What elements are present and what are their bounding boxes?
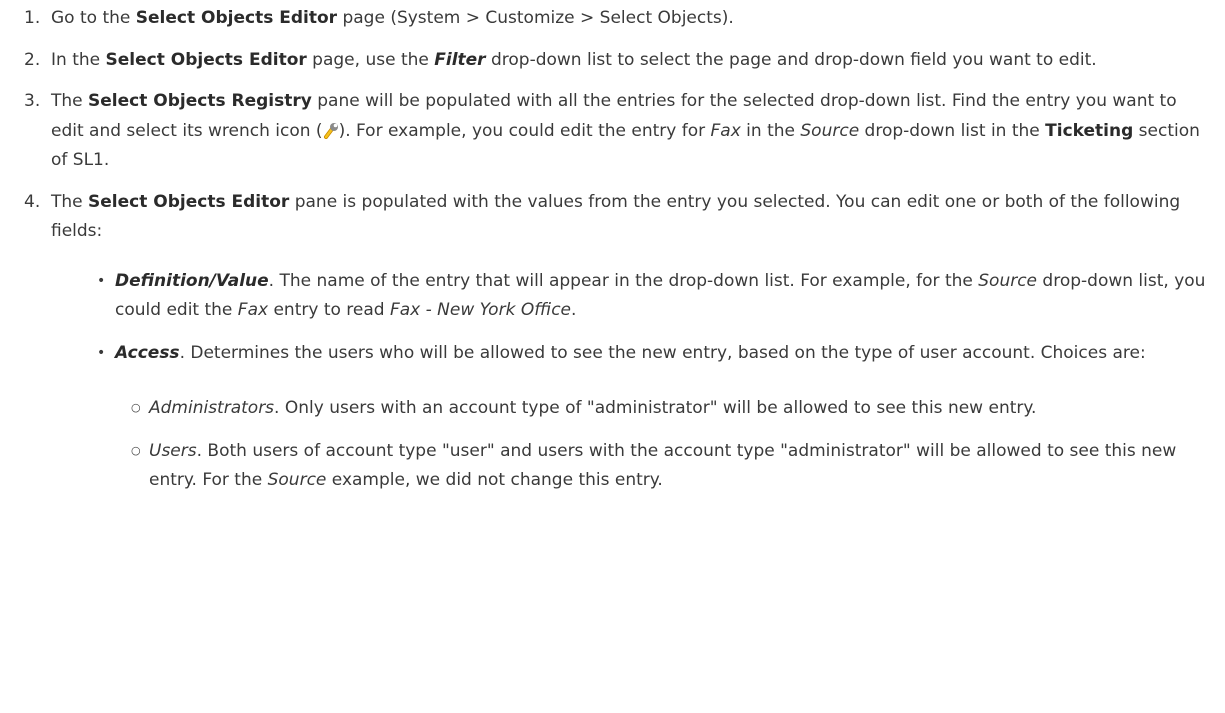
choice-term: Users: [149, 440, 197, 461]
step-text: drop-down list to select the page and dr…: [485, 49, 1097, 70]
ui-term: Select Objects Editor: [135, 8, 338, 28]
step-text: Go to the: [51, 8, 136, 28]
step-text: ). For example, you could edit the entry…: [338, 120, 711, 141]
choice-list: ○ Administrators. Only users with an acc…: [115, 394, 1209, 496]
field-term: Access: [115, 342, 180, 363]
step-2: 2. In the Select Objects Editor page, us…: [24, 46, 1209, 76]
entry-term: Fax: [710, 120, 741, 141]
entry-term: Source: [800, 120, 860, 141]
bullet-icon: •: [97, 272, 106, 289]
sub-bullet-icon: ○: [131, 443, 141, 457]
choice-item-administrators: ○ Administrators. Only users with an acc…: [131, 394, 1209, 424]
step-3: 3. The Select Objects Registry pane will…: [24, 87, 1209, 176]
step-text: The: [51, 191, 89, 212]
sub-bullet-icon: ○: [131, 401, 141, 414]
field-text: entry to read: [268, 300, 390, 320]
step-text: page (System > Customize > Select Object…: [337, 8, 734, 28]
field-term: Filter: [434, 49, 486, 70]
field-list: • Definition/Value. The name of the entr…: [51, 267, 1209, 496]
choice-text: . Only users with an account type of "ad…: [274, 398, 1037, 418]
step-4: 4. The Select Objects Editor pane is pop…: [24, 188, 1209, 496]
step-number: 1.: [24, 8, 41, 28]
document-body: 1. Go to the Select Objects Editor page …: [0, 0, 1225, 496]
field-text: .: [571, 300, 577, 320]
field-item-access: • Access. Determines the users who will …: [95, 339, 1209, 496]
ui-term: Ticketing: [1045, 120, 1134, 141]
step-text: in the: [740, 120, 801, 141]
step-text: drop-down list in the: [859, 120, 1046, 141]
step-number: 4.: [24, 191, 41, 212]
ui-term: Select Objects Editor: [88, 191, 290, 212]
field-item-definition-value: • Definition/Value. The name of the entr…: [95, 267, 1209, 326]
wrench-icon: [323, 122, 338, 139]
field-text: . The name of the entry that will appear…: [268, 270, 979, 291]
ui-term: Select Objects Editor: [105, 49, 307, 70]
entry-term: Fax: [237, 300, 269, 320]
choice-item-users: ○ Users. Both users of account type "use…: [131, 437, 1209, 496]
step-number: 3.: [24, 91, 41, 111]
field-text: . Determines the users who will be allow…: [179, 342, 1146, 363]
bullet-icon: •: [97, 344, 106, 361]
step-text: In the: [51, 49, 106, 70]
step-1: 1. Go to the Select Objects Editor page …: [24, 4, 1209, 34]
procedure-steps: 1. Go to the Select Objects Editor page …: [24, 4, 1209, 496]
step-text: The: [51, 91, 89, 111]
step-number: 2.: [24, 49, 41, 70]
choice-text: example, we did not change this entry.: [326, 470, 663, 490]
step-text: page, use the: [306, 49, 435, 70]
entry-term: Source: [267, 470, 327, 490]
entry-term: Fax - New York Office: [389, 300, 571, 320]
field-term: Definition/Value: [115, 270, 269, 291]
choice-term: Administrators: [149, 398, 275, 418]
ui-term: Select Objects Registry: [88, 91, 312, 111]
entry-term: Source: [978, 270, 1038, 291]
